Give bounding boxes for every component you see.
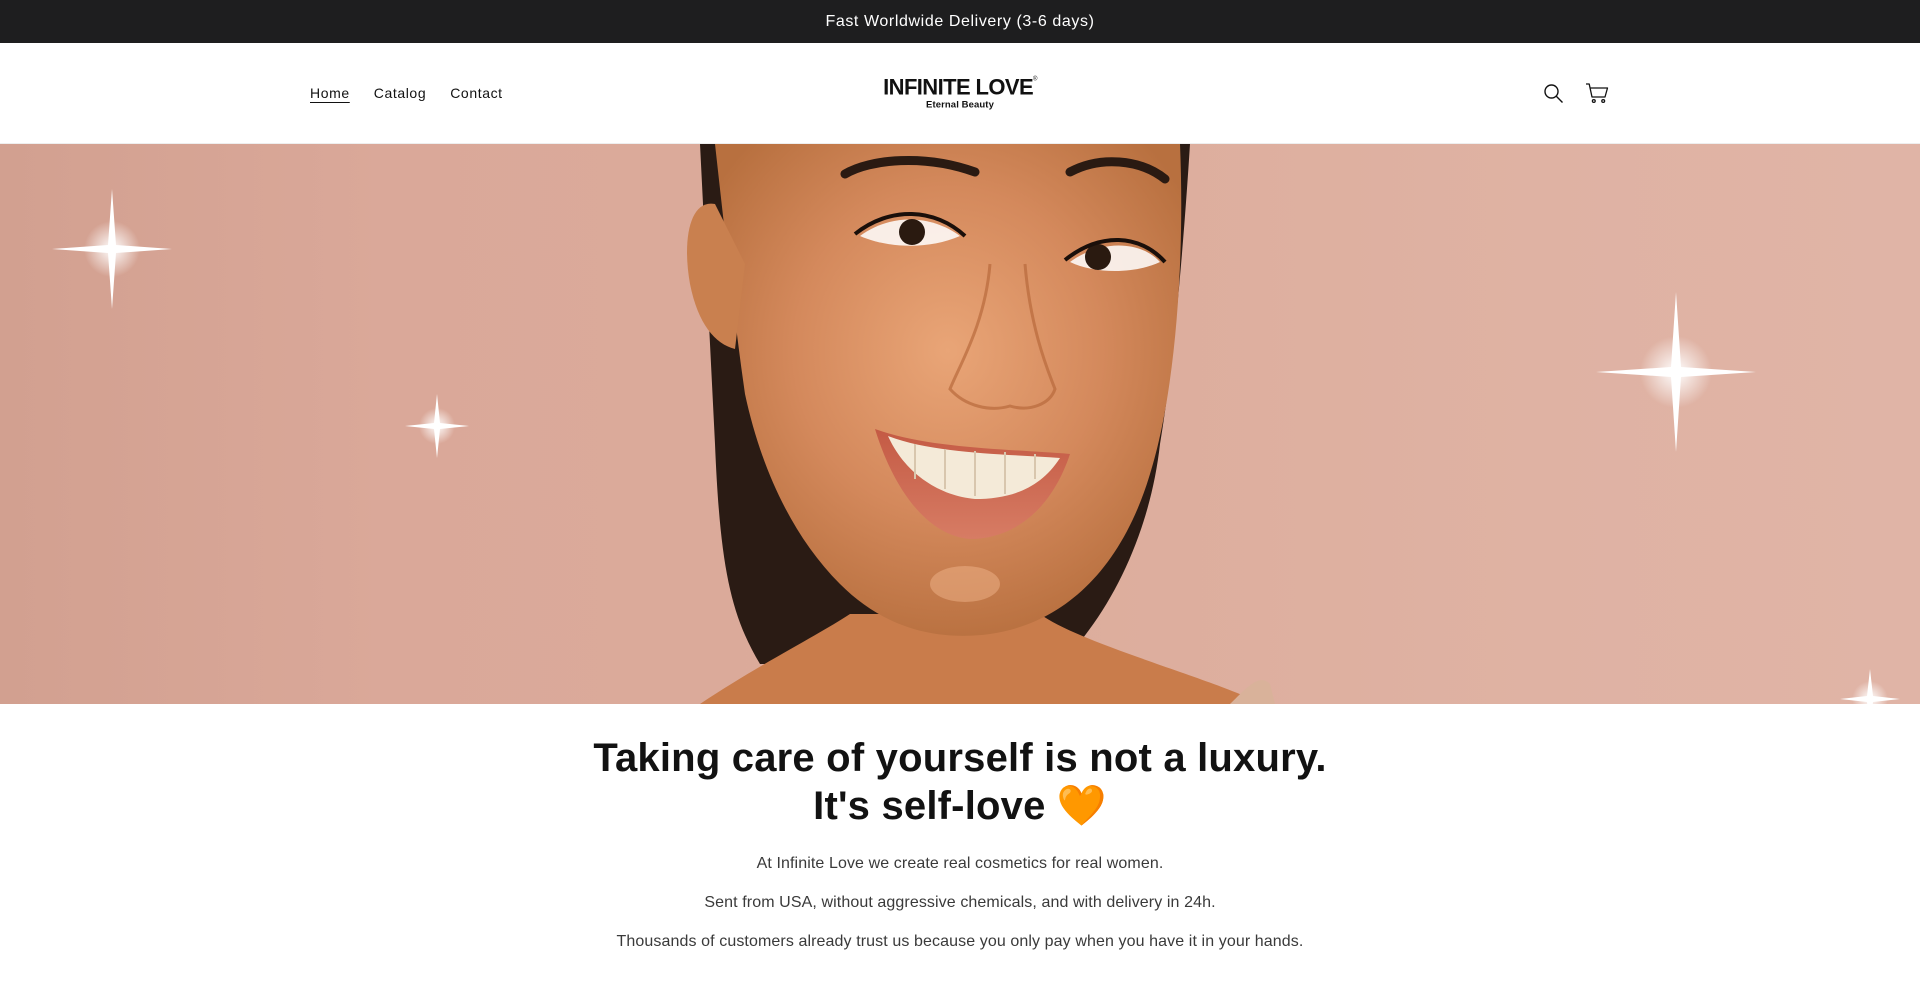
intro-paragraph: Sent from USA, without aggressive chemic… [704, 894, 1216, 911]
headline-line-1: Taking care of yourself is not a luxury. [593, 736, 1327, 780]
nav-home-link[interactable]: Home [310, 85, 350, 101]
intro-paragraph: At Infinite Love we create real cosmetic… [756, 855, 1164, 872]
intro-paragraph: Thousands of customers already trust us … [616, 933, 1304, 950]
hero-banner [0, 144, 1920, 704]
announcement-text: Fast Worldwide Delivery (3-6 days) [825, 12, 1095, 30]
announcement-bar: Fast Worldwide Delivery (3-6 days) [0, 0, 1920, 43]
site-header: Home Catalog Contact INFINITE LOVE® Eter… [0, 43, 1920, 144]
cart-icon[interactable] [1584, 80, 1610, 106]
hero-image [52, 144, 1900, 704]
logo-wordmark: INFINITE LOVE® [883, 74, 1037, 100]
headline-line-2: It's self-love 🧡 [813, 784, 1107, 828]
nav-catalog-link[interactable]: Catalog [374, 85, 426, 101]
nav-contact-link[interactable]: Contact [450, 85, 502, 101]
intro-headline: Taking care of yourself is not a luxury.… [0, 734, 1920, 830]
header-actions [1540, 43, 1610, 143]
search-icon[interactable] [1540, 80, 1566, 106]
main-nav: Home Catalog Contact [310, 43, 503, 143]
intro-section: Taking care of yourself is not a luxury.… [0, 704, 1920, 954]
logo-tagline: Eternal Beauty [926, 99, 994, 111]
site-logo[interactable]: INFINITE LOVE® Eternal Beauty [883, 76, 1037, 110]
